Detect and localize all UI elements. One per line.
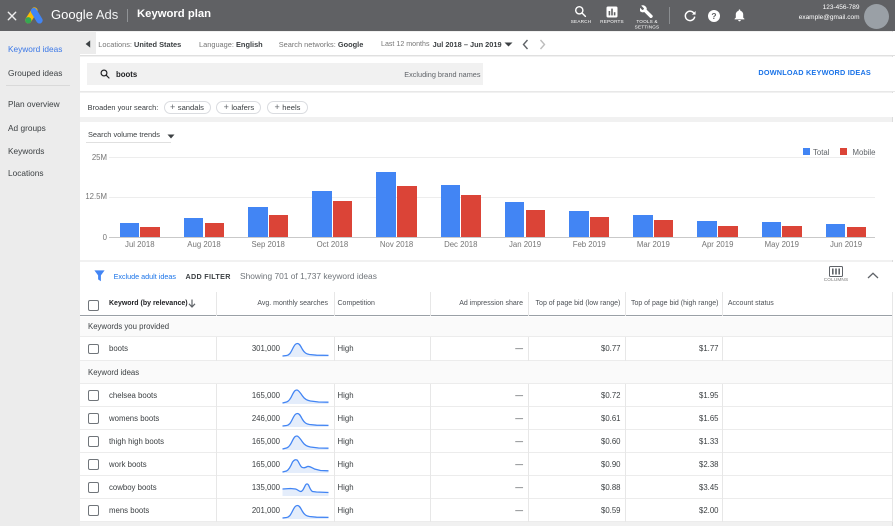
svg-text:?: ?: [711, 11, 716, 21]
